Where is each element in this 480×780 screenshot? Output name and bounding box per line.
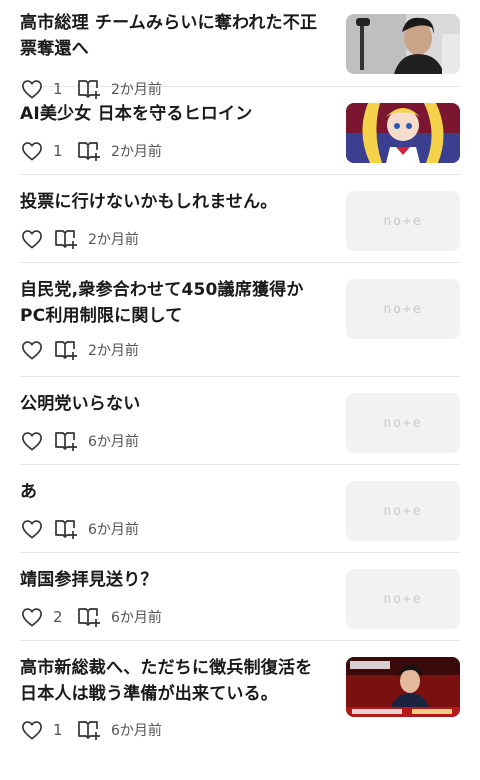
note-logo: no+e	[383, 591, 423, 607]
article-title[interactable]: 投票に行けないかもしれません。	[20, 189, 328, 215]
article-thumbnail[interactable]	[346, 14, 460, 74]
article-meta: 2か月前	[20, 339, 139, 361]
publish-date: 2か月前	[88, 343, 139, 359]
article-meta: 6か月前	[20, 430, 139, 452]
article-title[interactable]: 公明党いらない	[20, 391, 328, 417]
note-logo: no+e	[383, 213, 423, 229]
like-count: 1	[53, 142, 63, 160]
heart-icon[interactable]	[20, 228, 44, 250]
article-item[interactable]: あ 6か月前 no+e	[20, 465, 460, 553]
article-item[interactable]: AI美少女 日本を守るヒロイン 1 2か月前	[20, 87, 460, 175]
add-to-magazine-icon[interactable]	[77, 606, 101, 628]
article-meta: 2か月前	[20, 228, 139, 250]
add-to-magazine-icon[interactable]	[54, 339, 78, 361]
publish-date: 6か月前	[111, 723, 162, 739]
publish-date: 6か月前	[111, 610, 162, 626]
like-count: 2	[53, 608, 63, 626]
publish-date: 6か月前	[88, 522, 139, 538]
article-title[interactable]: 自民党,衆参合わせて450議席獲得か PC利用制限に関して	[20, 277, 328, 329]
article-meta: 6か月前	[20, 518, 139, 540]
like-count: 1	[53, 721, 63, 739]
article-item[interactable]: 高市新総裁へ、ただちに徴兵制復活を 日本人は戦う準備が出来ている。 1 6か月前	[20, 641, 460, 755]
add-to-magazine-icon[interactable]	[54, 228, 78, 250]
add-to-magazine-icon[interactable]	[77, 719, 101, 741]
heart-icon[interactable]	[20, 140, 44, 162]
add-to-magazine-icon[interactable]	[77, 140, 101, 162]
article-item[interactable]: 公明党いらない 6か月前 no+e	[20, 377, 460, 465]
article-thumbnail[interactable]: no+e	[346, 481, 460, 541]
article-thumbnail[interactable]	[346, 103, 460, 163]
heart-icon[interactable]	[20, 719, 44, 741]
article-meta: 1 6か月前	[20, 719, 162, 741]
article-meta: 1 2か月前	[20, 140, 162, 162]
note-logo: no+e	[383, 415, 423, 431]
article-meta: 2 6か月前	[20, 606, 162, 628]
article-title[interactable]: 高市総理 チームみらいに奪われた不正票奪還へ	[20, 10, 328, 62]
add-to-magazine-icon[interactable]	[54, 518, 78, 540]
note-logo: no+e	[383, 301, 423, 317]
article-thumbnail[interactable]	[346, 657, 460, 717]
article-title[interactable]: 靖国参拝見送り？	[20, 567, 328, 593]
article-title[interactable]: あ	[20, 479, 328, 505]
article-thumbnail[interactable]: no+e	[346, 191, 460, 251]
article-item[interactable]: 自民党,衆参合わせて450議席獲得か PC利用制限に関して 2か月前 no+e	[20, 263, 460, 377]
article-item[interactable]: 投票に行けないかもしれません。 2か月前 no+e	[20, 175, 460, 263]
heart-icon[interactable]	[20, 430, 44, 452]
add-to-magazine-icon[interactable]	[54, 430, 78, 452]
publish-date: 6か月前	[88, 434, 139, 450]
note-logo: no+e	[383, 503, 423, 519]
publish-date: 2か月前	[111, 144, 162, 160]
article-title[interactable]: AI美少女 日本を守るヒロイン	[20, 101, 328, 127]
article-thumbnail[interactable]: no+e	[346, 569, 460, 629]
heart-icon[interactable]	[20, 606, 44, 628]
article-thumbnail[interactable]: no+e	[346, 279, 460, 339]
article-thumbnail[interactable]: no+e	[346, 393, 460, 453]
publish-date: 2か月前	[88, 232, 139, 248]
heart-icon[interactable]	[20, 339, 44, 361]
article-item[interactable]: 高市総理 チームみらいに奪われた不正票奪還へ 1 2か月前	[20, 0, 460, 99]
article-item[interactable]: 靖国参拝見送り？ 2 6か月前 no+e	[20, 553, 460, 641]
article-list: 高市総理 チームみらいに奪われた不正票奪還へ 1 2か月前 AI美少女 日本を守…	[0, 0, 480, 755]
heart-icon[interactable]	[20, 518, 44, 540]
article-title[interactable]: 高市新総裁へ、ただちに徴兵制復活を 日本人は戦う準備が出来ている。	[20, 655, 328, 707]
